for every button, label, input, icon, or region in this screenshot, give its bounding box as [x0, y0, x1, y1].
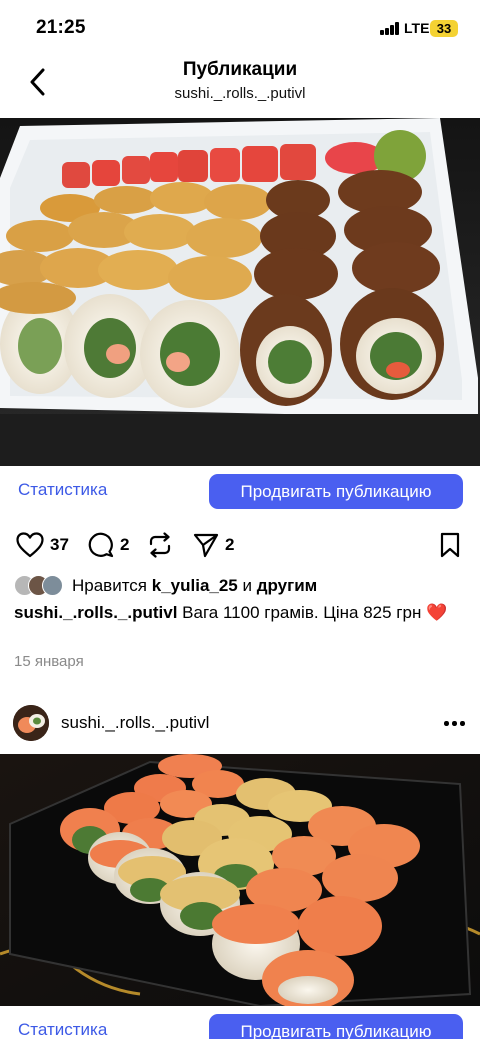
comments-count: 2: [120, 535, 130, 554]
promote-button[interactable]: Продвигать публикацию: [209, 474, 463, 509]
post-actions-row: Статистика Продвигать публикацию: [0, 1014, 480, 1039]
shares-count: 2: [225, 535, 235, 554]
post-caption: sushi._.rolls._.putivl Вага 1100 грамів.…: [14, 600, 464, 625]
liked-by-and: и: [242, 576, 253, 595]
page-title: Публикации: [182, 59, 298, 80]
statistics-link[interactable]: Статистика: [18, 1020, 107, 1039]
status-time: 21:25: [36, 17, 86, 38]
likes-count: 37: [50, 535, 69, 554]
post-image[interactable]: [0, 754, 480, 1006]
liked-by-others[interactable]: другим: [257, 576, 318, 596]
post-header: sushi._.rolls._.putivl: [0, 702, 480, 746]
page-subtitle: sushi._.rolls._.putivl: [174, 85, 306, 102]
bookmark-icon: [440, 532, 460, 558]
comment-icon: [88, 532, 114, 558]
repost-button[interactable]: [147, 532, 173, 558]
engagement-row: 37 2 2: [0, 528, 480, 564]
avatar[interactable]: [13, 705, 49, 741]
heart-icon: [16, 532, 44, 558]
liked-by-prefix: Нравится: [72, 576, 148, 595]
statistics-link[interactable]: Статистика: [18, 480, 107, 500]
caption-username[interactable]: sushi._.rolls._.putivl: [14, 603, 177, 622]
post-image[interactable]: [0, 118, 480, 466]
caption-text: Вага 1100 грамів. Ціна 825 грн: [182, 603, 422, 622]
liked-by-user[interactable]: k_yulia_25: [152, 576, 238, 596]
liker-avatars: [14, 575, 66, 597]
like-button[interactable]: 37: [16, 532, 69, 558]
post-actions-row: Статистика Продвигать публикацию: [0, 474, 480, 512]
post-username[interactable]: sushi._.rolls._.putivl: [61, 713, 209, 733]
post-date: 15 января: [14, 653, 84, 670]
battery-icon: 33: [430, 20, 458, 37]
share-button[interactable]: 2: [193, 532, 234, 558]
send-icon: [193, 533, 219, 558]
comment-button[interactable]: 2: [88, 532, 129, 558]
signal-icon: [380, 22, 400, 35]
promote-button[interactable]: Продвигать публикацию: [209, 1014, 463, 1039]
nav-header: Публикации sushi._.rolls._.putivl: [0, 56, 480, 118]
avatar: [42, 575, 63, 596]
heart-emoji-icon: ❤️: [426, 603, 448, 622]
status-bar: 21:25 LTE 33: [0, 0, 480, 56]
more-icon[interactable]: [444, 721, 466, 727]
save-button[interactable]: [440, 532, 460, 558]
liked-by-line[interactable]: Нравится k_yulia_25 и другим: [14, 574, 317, 598]
repost-icon: [149, 532, 171, 558]
network-label: LTE: [404, 20, 430, 36]
